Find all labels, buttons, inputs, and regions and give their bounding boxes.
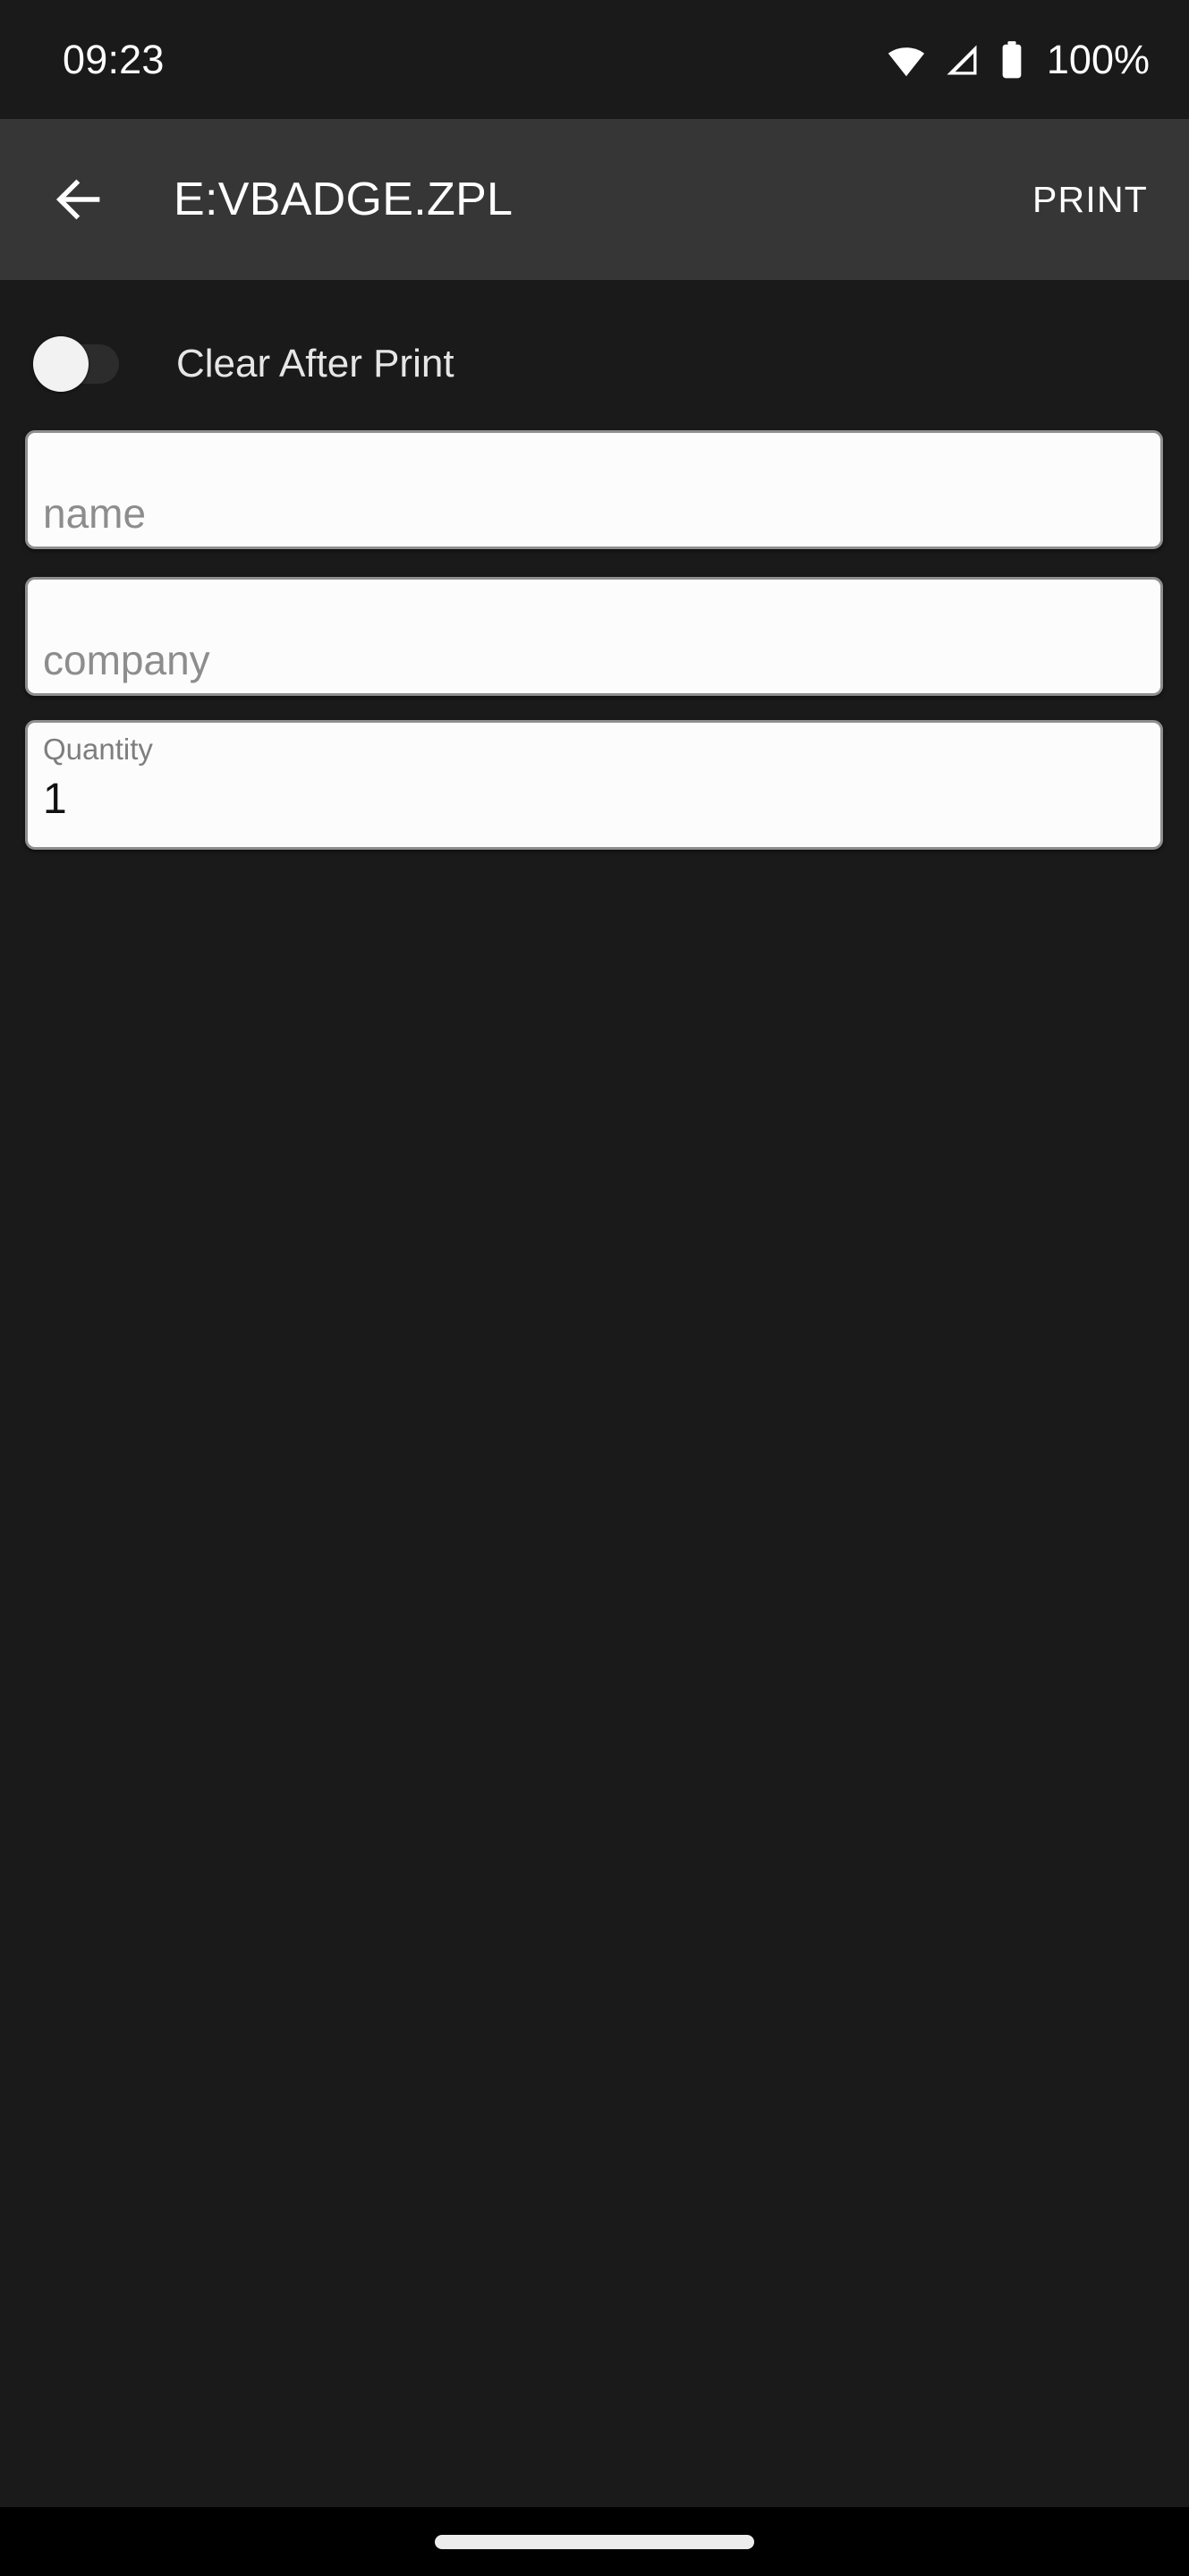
name-input[interactable]: name [25, 430, 1163, 549]
app-bar: E:VBADGE.ZPL PRINT [0, 119, 1189, 280]
battery-percent-label: 100% [1046, 37, 1150, 82]
toggle-thumb [33, 336, 89, 392]
back-button[interactable] [30, 119, 128, 280]
clear-after-print-row[interactable]: Clear After Print [0, 318, 1189, 411]
company-input[interactable]: company [25, 577, 1163, 696]
cellular-signal-icon [947, 45, 977, 74]
company-input-placeholder: company [43, 637, 210, 683]
main-content: Clear After Print name company Quantity … [0, 280, 1189, 2507]
quantity-input-label: Quantity [43, 733, 153, 766]
quantity-input-value: 1 [43, 775, 67, 823]
page-title: E:VBADGE.ZPL [174, 174, 514, 225]
arrow-left-icon [55, 179, 100, 220]
battery-icon [1002, 40, 1022, 78]
clear-after-print-toggle[interactable] [33, 336, 119, 392]
name-input-placeholder: name [43, 490, 147, 537]
status-bar-clock: 09:23 [63, 37, 165, 82]
status-bar: 09:23 100% [0, 0, 1189, 119]
wifi-icon [888, 47, 925, 76]
status-bar-icons: 100% [886, 39, 1150, 80]
phone-screen: 09:23 100% E:VBADGE.ZPL PRINT Clear Afte… [0, 0, 1189, 2576]
gesture-navigation-bar [0, 2507, 1189, 2576]
clear-after-print-label: Clear After Print [176, 342, 454, 386]
print-button[interactable]: PRINT [1013, 161, 1168, 239]
home-indicator[interactable] [435, 2534, 754, 2549]
quantity-input[interactable]: Quantity 1 [25, 720, 1163, 850]
